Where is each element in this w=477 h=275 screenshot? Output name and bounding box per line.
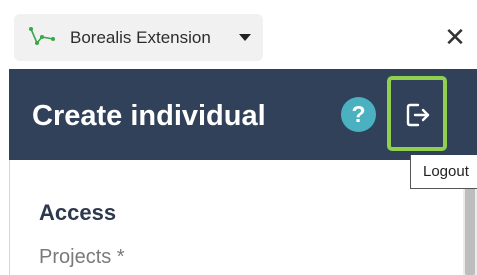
projects-field-label: Projects *	[39, 246, 125, 268]
logout-button[interactable]	[387, 76, 447, 151]
extension-name: Borealis Extension	[70, 28, 211, 47]
page-header: Create individual ?	[9, 69, 477, 160]
form-content: Access Projects *	[9, 160, 477, 275]
logout-tooltip: Logout	[410, 155, 477, 189]
section-title-access: Access	[39, 200, 117, 225]
extension-selector[interactable]: Borealis Extension	[14, 14, 263, 61]
top-bar: Borealis Extension ✕	[0, 0, 477, 69]
close-button[interactable]: ✕	[440, 22, 470, 52]
extension-popup: Borealis Extension ✕ Create individual ?…	[0, 0, 477, 275]
scrollbar-thumb[interactable]	[465, 180, 475, 275]
logout-icon	[406, 103, 430, 127]
page-title: Create individual	[32, 100, 266, 132]
caret-down-icon[interactable]	[239, 34, 251, 41]
tooltip-text: Logout	[423, 163, 469, 180]
help-button[interactable]: ?	[341, 97, 376, 132]
constellation-icon	[29, 27, 55, 45]
